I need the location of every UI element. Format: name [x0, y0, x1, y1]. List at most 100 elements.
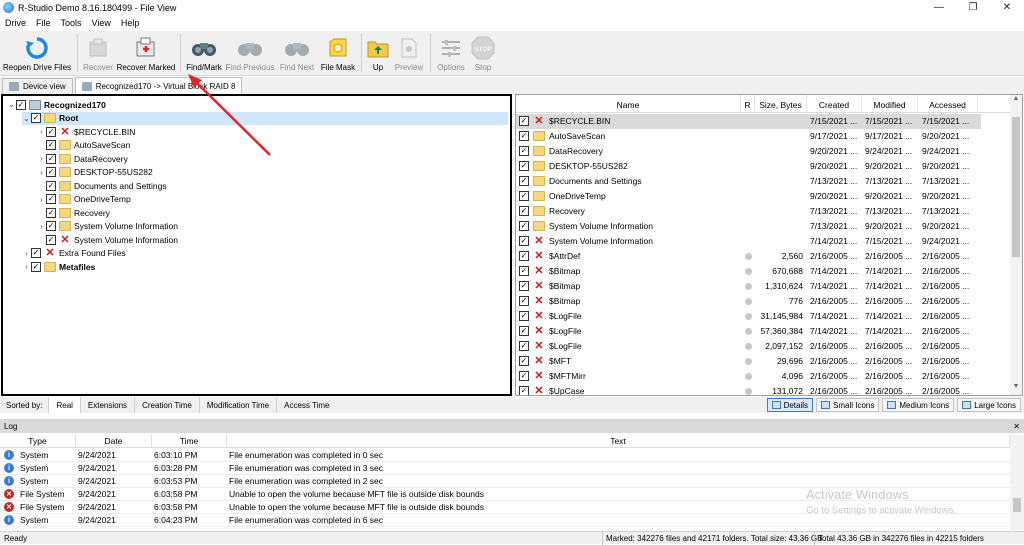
scroll-up-arrow[interactable]: ▲ — [1010, 95, 1022, 107]
tree-item[interactable]: › ✓ ✕ $RECYCLE.BIN — [37, 125, 135, 138]
tree-item[interactable]: › ✓ ✕ Extra Found Files — [22, 247, 125, 260]
tree-expander[interactable]: ⌄ — [22, 114, 31, 123]
log-scrollbar[interactable] — [1010, 434, 1024, 530]
file-mask-button[interactable]: File Mask — [318, 31, 358, 75]
menu-view[interactable]: View — [87, 18, 116, 28]
file-checkbox[interactable]: ✓ — [519, 386, 529, 395]
tree-item[interactable]: › ✓ DataRecovery — [37, 152, 128, 165]
column-name[interactable]: Name — [516, 95, 741, 113]
tree-item[interactable]: ✓ Recovery — [37, 206, 110, 219]
file-checkbox[interactable]: ✓ — [519, 191, 529, 201]
tree-checkbox[interactable]: ✓ — [16, 99, 26, 110]
log-row[interactable]: i System 9/24/2021 6:03:28 PM File enumerati… — [0, 462, 1010, 475]
tree-expander[interactable]: › — [37, 168, 46, 177]
preview-button[interactable]: Preview — [391, 31, 427, 75]
tree-item[interactable]: › ✓ Metafiles — [22, 260, 95, 273]
tree-checkbox[interactable]: ✓ — [46, 153, 56, 164]
tree-checkbox[interactable]: ✓ — [46, 234, 56, 245]
tree-item[interactable]: ⌄ ✓ Root — [22, 111, 508, 125]
sort-tab-modification-time[interactable]: Modification Time — [198, 397, 276, 413]
file-checkbox[interactable]: ✓ — [519, 251, 529, 261]
file-checkbox[interactable]: ✓ — [519, 206, 529, 216]
sort-tab-creation-time[interactable]: Creation Time — [134, 397, 199, 413]
file-row[interactable]: ✓ ✕ $UpCase 131,072 2/16/2005 ... 2/16/2005 .… — [516, 384, 981, 395]
tree-checkbox[interactable]: ✓ — [46, 180, 56, 191]
file-checkbox[interactable]: ✓ — [519, 296, 529, 306]
log-column-text[interactable]: Text — [227, 434, 1010, 448]
tree-expander[interactable]: › — [22, 262, 31, 271]
log-column-time[interactable]: Time — [152, 434, 227, 448]
column-accessed[interactable]: Accessed — [918, 95, 978, 113]
scroll-thumb[interactable] — [1012, 117, 1020, 257]
tree-checkbox[interactable]: ✓ — [46, 140, 56, 150]
tree-item[interactable]: › ✓ DESKTOP-55US282 — [37, 166, 153, 179]
log-close-button[interactable]: ✕ — [1013, 422, 1020, 431]
view-small-icons-button[interactable]: Small Icons — [816, 398, 880, 412]
column-modified[interactable]: Modified — [862, 95, 918, 113]
tree-expander[interactable]: ⌄ — [7, 100, 16, 109]
file-checkbox[interactable]: ✓ — [519, 356, 529, 366]
file-checkbox[interactable]: ✓ — [519, 341, 529, 351]
file-row[interactable]: ✓ OneDriveTemp 9/20/2021 ... 9/20/2021 ... 9… — [516, 189, 981, 204]
file-row[interactable]: ✓ ✕ $LogFile 31,145,984 7/14/2021 ... 7/14/20… — [516, 309, 981, 324]
tree-checkbox[interactable]: ✓ — [46, 221, 56, 231]
reopen-drive-files-button[interactable]: Reopen Drive Files — [0, 31, 74, 75]
file-checkbox[interactable]: ✓ — [519, 176, 529, 186]
tree-checkbox[interactable]: ✓ — [31, 261, 41, 272]
file-checkbox[interactable]: ✓ — [519, 326, 529, 336]
file-row[interactable]: ✓ ✕ System Volume Information 7/14/2021 ...… — [516, 234, 981, 249]
maximize-button[interactable]: ❐ — [956, 0, 990, 15]
stop-button[interactable]: STOP Stop — [468, 31, 498, 75]
tree-item[interactable]: › ✓ System Volume Information — [37, 220, 178, 233]
file-row[interactable]: ✓ ✕ $LogFile 57,360,384 7/14/2021 ... 7/14/20… — [516, 324, 981, 339]
file-row[interactable]: ✓ ✕ $MFT 29,696 2/16/2005 ... 2/16/2005 ... 2/… — [516, 354, 981, 369]
menu-tools[interactable]: Tools — [56, 18, 87, 28]
file-row[interactable]: ✓ ✕ $Bitmap 776 2/16/2005 ... 2/16/2005 ... 2/… — [516, 294, 981, 309]
tree-item[interactable]: › ✓ OneDriveTemp — [37, 193, 131, 206]
tree-checkbox[interactable]: ✓ — [46, 194, 56, 204]
find-next-button[interactable]: Find Next — [276, 31, 318, 75]
file-row[interactable]: ✓ ✕ $LogFile 2,097,152 2/16/2005 ... 2/16/200… — [516, 339, 981, 354]
column-size[interactable]: Size, Bytes — [755, 95, 807, 113]
minimize-button[interactable]: — — [922, 0, 956, 15]
view-large-icons-button[interactable]: Large Icons — [957, 398, 1021, 412]
scroll-down-arrow[interactable]: ▼ — [1010, 383, 1022, 395]
file-checkbox[interactable]: ✓ — [519, 116, 529, 126]
sort-tab-access-time[interactable]: Access Time — [276, 397, 336, 413]
view-details-button[interactable]: Details — [766, 398, 814, 412]
file-row[interactable]: ✓ DESKTOP-55US282 9/20/2021 ... 9/20/2021 .… — [516, 159, 981, 174]
tree-item[interactable]: ✓ AutoSaveScan — [37, 139, 130, 152]
close-button[interactable]: ✕ — [990, 0, 1024, 15]
file-row[interactable]: ✓ ✕ $AttrDef 2,560 2/16/2005 ... 2/16/2005 ..… — [516, 249, 981, 264]
file-checkbox[interactable]: ✓ — [519, 131, 529, 141]
tree-expander[interactable]: › — [37, 154, 46, 163]
tab-device-view[interactable]: Device view — [2, 78, 73, 94]
up-button[interactable]: Up — [365, 31, 391, 75]
tree-checkbox[interactable]: ✓ — [46, 126, 56, 137]
file-checkbox[interactable]: ✓ — [519, 371, 529, 381]
file-row[interactable]: ✓ AutoSaveScan 9/17/2021 ... 9/17/2021 ... 9… — [516, 129, 981, 144]
file-row[interactable]: ✓ ✕ $Bitmap 670,688 7/14/2021 ... 7/14/2021 .… — [516, 264, 981, 279]
log-row[interactable]: i System 9/24/2021 6:03:10 PM File enumerati… — [0, 449, 1010, 462]
find-previous-button[interactable]: Find Previous — [224, 31, 276, 75]
file-checkbox[interactable]: ✓ — [519, 266, 529, 276]
file-row[interactable]: ✓ DataRecovery 9/20/2021 ... 9/24/2021 ... 9… — [516, 144, 981, 159]
tree-item[interactable]: ⌄ ✓ Recognized170 — [7, 98, 106, 111]
log-scroll-thumb[interactable] — [1013, 498, 1021, 512]
log-column-date[interactable]: Date — [76, 434, 152, 448]
file-row[interactable]: ✓ Recovery 7/13/2021 ... 7/13/2021 ... 7/13/… — [516, 204, 981, 219]
tree-checkbox[interactable]: ✓ — [31, 248, 41, 258]
sort-tab-extensions[interactable]: Extensions — [79, 397, 134, 413]
file-row[interactable]: ✓ System Volume Information 7/13/2021 ... 9… — [516, 219, 981, 234]
file-row[interactable]: ✓ ✕ $Bitmap 1,310,624 7/14/2021 ... 7/14/2021… — [516, 279, 981, 294]
recover-button[interactable]: Recover — [81, 31, 115, 75]
tree-expander[interactable]: › — [22, 249, 31, 258]
recover-marked-button[interactable]: Recover Marked — [115, 31, 177, 75]
file-checkbox[interactable]: ✓ — [519, 146, 529, 156]
tree-checkbox[interactable]: ✓ — [46, 167, 56, 177]
find-mark-button[interactable]: Find/Mark — [184, 31, 224, 75]
file-checkbox[interactable]: ✓ — [519, 161, 529, 171]
file-checkbox[interactable]: ✓ — [519, 281, 529, 291]
file-row[interactable]: ✓ ✕ $MFTMirr 4,096 2/16/2005 ... 2/16/2005 ..… — [516, 369, 981, 384]
column-created[interactable]: Created — [807, 95, 862, 113]
